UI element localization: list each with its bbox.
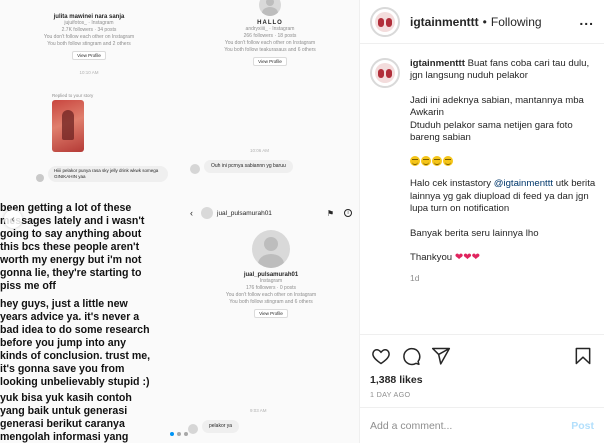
back-icon: ‹ (190, 208, 193, 218)
carousel-dot (184, 432, 188, 436)
flag-icon: ⚑ (326, 208, 334, 218)
account-avatar[interactable] (370, 6, 400, 37)
more-options-icon[interactable]: ... (579, 12, 594, 28)
following-status[interactable]: Following (491, 15, 542, 29)
profile-note: You both follow stingram and 2 others (47, 41, 131, 47)
post-modal: julita mawinei nara sanja jujuifotos_ · … (0, 0, 604, 443)
comment-box: Post (360, 407, 604, 443)
mention-link[interactable]: @igtainmenttt (494, 178, 553, 189)
dm-profile-card: jual_pulsamurah01 Instagram 176 follower… (182, 230, 359, 318)
profile-stats: 266 followers · 18 posts (243, 33, 297, 39)
caption-paragraph: Jadi ini adeknya sabian, mantannya mba A… (410, 94, 584, 144)
message-time: 10:06 AM (250, 148, 270, 153)
grinning-face-icon (410, 156, 420, 167)
story-reply-label: Replied to your story (52, 93, 94, 98)
view-profile-button: View Profile (253, 57, 287, 66)
profile-sub: Instagram (259, 278, 283, 284)
dm-header: ‹ jual_pulsamurah01 ⚑ i (182, 204, 359, 222)
header-username[interactable]: igtainmenttt (410, 15, 479, 29)
like-heart-icon[interactable] (370, 345, 392, 367)
chat-message: pelakor ya (202, 420, 240, 433)
carousel-dot (177, 432, 181, 436)
story-thumbnail (52, 100, 84, 152)
avatar (188, 424, 198, 434)
avatar (190, 164, 200, 174)
post-header: igtainmenttt • Following ... (360, 0, 604, 44)
post-details-panel: igtainmenttt • Following ... igtainmentt… (360, 0, 604, 443)
view-profile-button: View Profile (72, 51, 106, 60)
profile-handle: andryxiiii_ · Instagram (245, 26, 295, 32)
like-count[interactable]: 1,388 likes (370, 374, 594, 386)
screenshot-profile-card-left: julita mawinei nara sanja jujuifotos_ · … (0, 0, 178, 90)
caption-paragraph: Thankyou ❤❤❤ (410, 252, 600, 264)
bookmark-icon[interactable] (572, 345, 594, 367)
grinning-face-icon (443, 156, 453, 167)
profile-note: You don't follow each other on Instagram (224, 40, 316, 46)
red-heart-icon: ❤ (454, 252, 464, 264)
carousel-dot-active (170, 432, 174, 436)
carousel-indicator (170, 432, 188, 436)
post-caption: igtainmenttt Buat fans coba cari tau dul… (370, 58, 600, 285)
carousel-prev-button[interactable]: ‹ (4, 210, 22, 228)
profile-note: You don't follow each other on Instagram (225, 292, 317, 298)
post-date[interactable]: 1 DAY AGO (370, 390, 594, 399)
red-heart-icon: ❤ (463, 252, 472, 264)
avatar (259, 0, 281, 16)
screenshot-profile-card-right: HALLO andryxiiii_ · Instagram 266 follow… (180, 0, 359, 90)
dm-username: jual_pulsamurah01 (217, 209, 272, 217)
caption-paragraph: igtainmenttt Buat fans coba cari tau dul… (410, 58, 600, 83)
avatar (201, 207, 213, 219)
avatar (36, 174, 44, 182)
comment-icon[interactable] (400, 345, 422, 367)
post-media-carousel[interactable]: julita mawinei nara sanja jujuifotos_ · … (0, 0, 360, 443)
post-actions: 1,388 likes 1 DAY AGO (360, 334, 604, 399)
caption-text: Halo cek instastory (410, 178, 494, 190)
message-time: 9:03 AM (250, 408, 267, 413)
emoji-row (410, 156, 600, 167)
story-reply-message: Hiiii pelakor punya rasa sky jelly drink… (48, 166, 168, 182)
grinning-face-icon (421, 156, 431, 167)
caption-body: igtainmenttt Buat fans coba cari tau dul… (410, 58, 600, 285)
chat-message: Ouh ini pcrnya sabiannn yg baruu (204, 160, 293, 173)
profile-handle: jujuifotos_ · Instagram (64, 20, 114, 26)
caption-paragraph: Halo cek instastory @igtainmenttt utk be… (410, 178, 600, 215)
caption-paragraph: Banyak berita seru lainnya lho (410, 227, 539, 239)
view-profile-button: View Profile (254, 309, 288, 318)
avatar (252, 230, 290, 268)
story-text-block: yuk bisa yuk kasih contoh yang baik untu… (0, 392, 132, 443)
post-comment-button[interactable]: Post (571, 420, 594, 432)
story-text-block: hey guys, just a little new years advice… (0, 298, 151, 388)
profile-note: You both follow teakurasaus and 6 others (224, 47, 316, 53)
red-heart-icon: ❤ (471, 252, 480, 264)
grinning-face-icon (432, 156, 442, 167)
profile-note: You don't follow each other on Instagram (43, 34, 135, 40)
profile-stats: 176 followers · 0 posts (245, 285, 297, 291)
profile-stats: 2.7K followers · 34 posts (61, 27, 117, 33)
caption-username[interactable]: igtainmenttt (410, 58, 465, 69)
caption-text: Thankyou (410, 252, 453, 264)
caption-avatar[interactable] (370, 58, 400, 88)
share-icon[interactable] (430, 345, 452, 367)
message-time: 10:10 AM (79, 70, 99, 75)
caption-timestamp[interactable]: 1d (410, 272, 600, 284)
separator-dot: • (482, 14, 487, 29)
info-icon: i (344, 209, 352, 217)
profile-note: You both follow stingram and 6 others (229, 299, 313, 305)
comment-input[interactable] (370, 419, 572, 432)
